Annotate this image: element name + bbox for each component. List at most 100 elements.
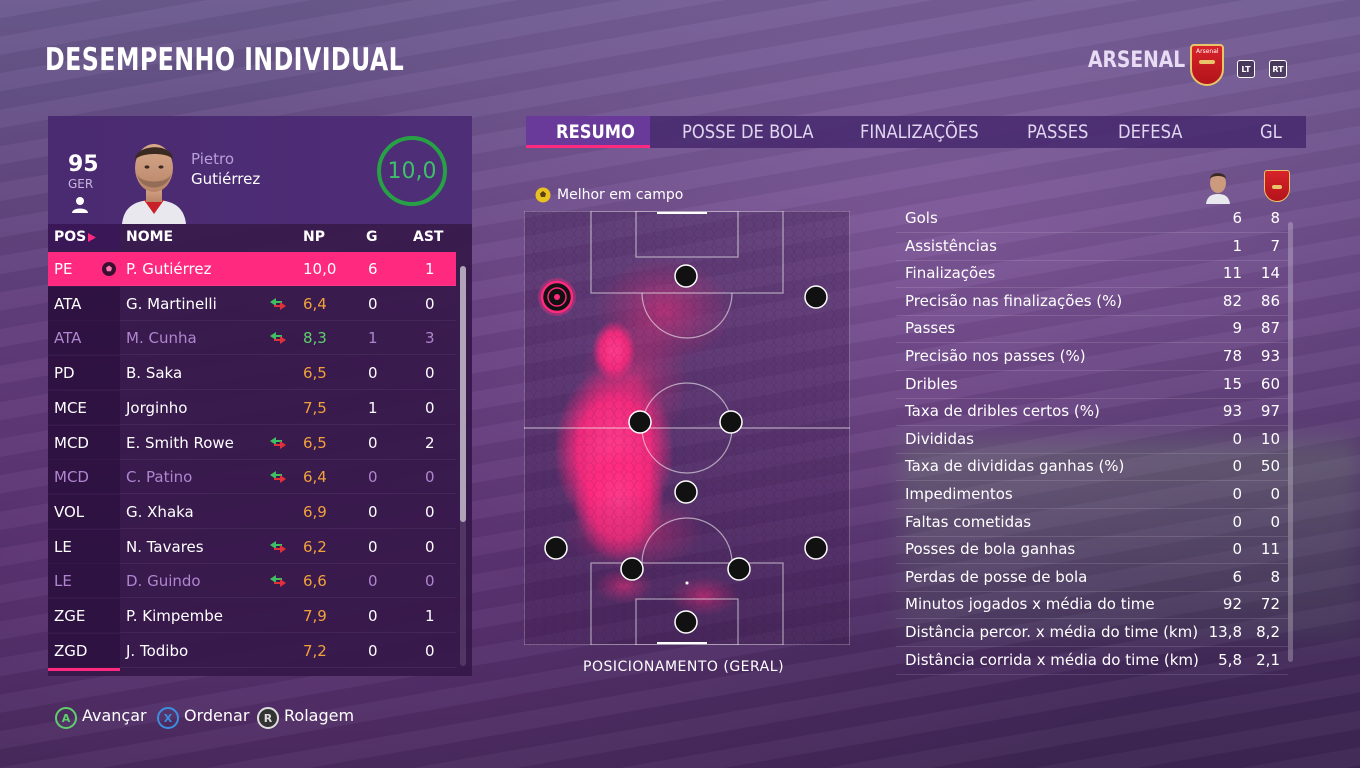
row-pos: PD: [54, 364, 75, 383]
stat-label: Passes: [905, 319, 956, 338]
stat-row: Taxa de divididas ganhas (%) 0 50: [896, 454, 1288, 482]
table-row[interactable]: ATA M. Cunha 8,3 1 3: [48, 321, 456, 356]
stat-row: Posses de bola ganhas 0 11: [896, 537, 1288, 565]
table-row[interactable]: ATA G. Martinelli 6,4 0 0: [48, 286, 456, 321]
stat-player-value: 6: [1232, 567, 1242, 586]
table-row[interactable]: ZGD J. Todibo 7,2 0 0: [48, 633, 456, 668]
row-name: E. Smith Rowe: [126, 433, 234, 452]
row-name: P. Kimpembe: [126, 607, 223, 625]
row-np: 6,9: [303, 502, 327, 521]
stat-player-value: 92: [1222, 595, 1242, 614]
stats-tabs: RESUMO POSSE DE BOLA FINALIZAÇÕES PASSES…: [526, 116, 1306, 148]
substitution-icon: [270, 436, 286, 449]
table-row[interactable]: LE D. Guindo 6,6 0 0: [48, 564, 456, 599]
np-header[interactable]: NP: [303, 229, 325, 245]
a-button-icon[interactable]: A: [55, 707, 77, 729]
tab-passes[interactable]: PASSES: [1027, 121, 1088, 143]
scroll-hint[interactable]: Rolagem: [284, 706, 354, 725]
stat-player-value: 1: [1232, 236, 1242, 255]
stat-row: Perdas de posse de bola 6 8: [896, 565, 1288, 592]
stats-scrollbar[interactable]: [1288, 222, 1293, 662]
row-pos: ATA: [54, 329, 82, 348]
row-ast: 1: [425, 260, 435, 278]
table-row[interactable]: ZGE P. Kimpembe 7,9 0 1: [48, 599, 456, 633]
row-ast: 3: [425, 329, 435, 348]
positioning-heatmap: [524, 211, 850, 645]
player-last-name: Gutiérrez: [191, 170, 261, 188]
player-marker: [804, 285, 828, 309]
pos-header-cell[interactable]: POS: [48, 224, 120, 250]
name-header[interactable]: NOME: [126, 229, 173, 245]
g-header[interactable]: G: [366, 229, 378, 245]
a-key: A: [61, 711, 71, 725]
table-row[interactable]: PD B. Saka 6,5 0 0: [48, 356, 456, 391]
stat-team-value: 14: [1260, 264, 1280, 283]
match-rating-badge: 10,0: [377, 136, 447, 206]
row-np: 6,4: [303, 468, 327, 487]
tab-finalizacoes[interactable]: FINALIZAÇÕES: [860, 121, 979, 143]
stat-team-value: 86: [1260, 291, 1280, 310]
table-row[interactable]: VOL G. Xhaka 6,9 0 0: [48, 494, 456, 529]
r-stick-icon[interactable]: R: [257, 707, 279, 729]
row-g: 0: [368, 607, 378, 625]
stat-team-value: 10: [1260, 429, 1280, 448]
arsenal-crest-icon: Arsenal: [1190, 44, 1224, 86]
crest-label: Arsenal: [1196, 48, 1219, 55]
stat-row: Dribles 15 60: [896, 372, 1288, 399]
row-name: B. Saka: [126, 364, 183, 383]
row-name: P. Gutiérrez: [126, 260, 212, 278]
stat-player-value: 0: [1232, 429, 1242, 448]
stat-player-value: 93: [1222, 402, 1242, 421]
tab-gl[interactable]: GL: [1260, 121, 1282, 143]
lt-button-icon[interactable]: LT: [1237, 60, 1255, 78]
stat-player-value: 6: [1232, 209, 1242, 227]
stat-row: Impedimentos 0 0: [896, 482, 1288, 509]
row-g: 0: [368, 364, 378, 383]
advance-hint[interactable]: Avançar: [82, 706, 147, 725]
pos-header: POS: [54, 229, 87, 245]
stat-team-value: 72: [1260, 595, 1280, 614]
stat-player-value: 11: [1222, 264, 1242, 283]
stat-label: Minutos jogados x média do time: [905, 595, 1155, 614]
stat-team-value: 7: [1270, 236, 1280, 255]
list-scrollbar[interactable]: [460, 266, 466, 522]
stat-label: Taxa de dribles certos (%): [905, 402, 1100, 421]
table-row[interactable]: MCE Jorginho 7,5 1 0: [48, 390, 456, 425]
stat-label: Distância percor. x média do time (km): [905, 623, 1199, 641]
row-name: Jorginho: [126, 398, 188, 417]
sort-hint[interactable]: Ordenar: [184, 706, 249, 725]
row-name: C. Patino: [126, 468, 193, 487]
row-g: 0: [368, 572, 378, 591]
substitution-icon: [270, 297, 286, 310]
x-button-icon[interactable]: X: [157, 707, 179, 729]
row-pos: PE: [54, 260, 73, 278]
stat-team-value: 0: [1270, 512, 1280, 531]
table-row[interactable]: MCD E. Smith Rowe 6,5 0 2: [48, 425, 456, 460]
stat-label: Taxa de divididas ganhas (%): [905, 457, 1125, 476]
table-row[interactable]: MCD C. Patino 6,4 0 0: [48, 460, 456, 495]
stat-team-value: 0: [1270, 485, 1280, 503]
table-row[interactable]: LE N. Tavares 6,2 0 0: [48, 529, 456, 564]
stat-row: Assistências 1 7: [896, 234, 1288, 261]
stat-team-value: 93: [1260, 347, 1280, 365]
stat-row: Distância percor. x média do time (km) 13…: [896, 620, 1288, 647]
row-np: 8,3: [303, 329, 327, 348]
rt-button-icon[interactable]: RT: [1269, 60, 1287, 78]
row-pos: VOL: [54, 502, 85, 521]
ast-header[interactable]: AST: [413, 229, 443, 245]
table-row[interactable]: PE P. Gutiérrez 10,0 6 1: [48, 252, 456, 286]
player-marker: [544, 536, 568, 560]
row-g: 0: [368, 537, 378, 556]
player-first-name: Pietro: [191, 150, 235, 168]
team-mini-crest-icon: [1264, 170, 1290, 202]
stat-team-value: 60: [1260, 374, 1280, 393]
tab-posse-de-bola[interactable]: POSSE DE BOLA: [682, 121, 814, 143]
tab-defesa[interactable]: DEFESA: [1118, 121, 1182, 143]
tab-resumo[interactable]: RESUMO: [556, 121, 635, 143]
stat-team-value: 8: [1270, 567, 1280, 586]
row-pos: MCD: [54, 468, 89, 487]
rt-label: RT: [1272, 64, 1284, 74]
player-marker: [674, 610, 698, 634]
stat-player-value: 0: [1232, 540, 1242, 559]
row-np: 7,5: [303, 398, 327, 417]
